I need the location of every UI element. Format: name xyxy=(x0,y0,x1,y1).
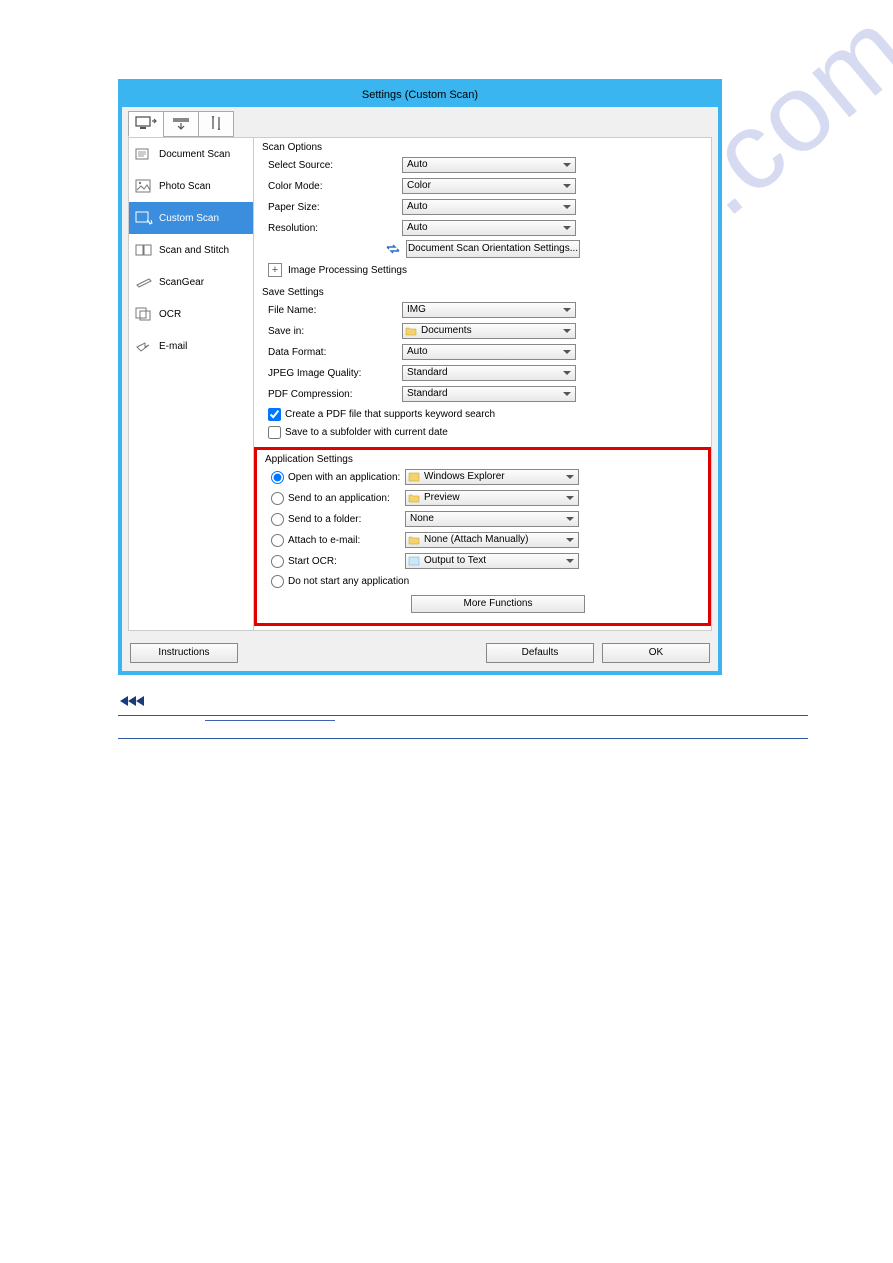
nav-label: ScanGear xyxy=(159,277,204,288)
sidebar-item-ocr[interactable]: OCR xyxy=(129,298,253,330)
settings-window: Settings (Custom Scan) Document Scan xyxy=(118,79,722,675)
sidebar-item-scangear[interactable]: ScanGear xyxy=(129,266,253,298)
ok-button[interactable]: OK xyxy=(602,643,710,663)
file-name-label: File Name: xyxy=(262,305,402,316)
data-format-dropdown[interactable]: Auto xyxy=(402,344,576,360)
send-to-app-value: Preview xyxy=(424,492,460,503)
save-settings-title: Save Settings xyxy=(262,287,699,298)
note-bar xyxy=(118,715,808,739)
attach-email-value: None (Attach Manually) xyxy=(424,534,529,545)
send-to-folder-dropdown[interactable]: None xyxy=(405,511,579,527)
folder-icon xyxy=(408,492,420,504)
pdf-keyword-checkbox[interactable] xyxy=(268,408,281,421)
paper-size-dropdown[interactable]: Auto xyxy=(402,199,576,215)
pdf-compression-label: PDF Compression: xyxy=(262,389,402,400)
tab-general-settings[interactable] xyxy=(198,111,234,137)
application-settings-highlight: Application Settings Open with an applic… xyxy=(254,447,711,626)
send-to-app-dropdown[interactable]: Preview xyxy=(405,490,579,506)
nav-label: OCR xyxy=(159,309,181,320)
send-to-app-radio[interactable] xyxy=(271,492,284,505)
send-to-folder-label: Send to a folder: xyxy=(288,514,361,525)
attach-email-dropdown[interactable]: None (Attach Manually) xyxy=(405,532,579,548)
sidebar-item-document-scan[interactable]: Document Scan xyxy=(129,138,253,170)
send-to-folder-radio[interactable] xyxy=(271,513,284,526)
jpeg-quality-label: JPEG Image Quality: xyxy=(262,368,402,379)
start-ocr-value: Output to Text xyxy=(424,555,486,566)
main-panel: Scan Options Select Source: Auto Color M… xyxy=(254,137,712,631)
expand-image-processing-button[interactable]: + xyxy=(268,263,282,277)
image-processing-label: Image Processing Settings xyxy=(288,265,407,276)
nav-label: Photo Scan xyxy=(159,181,211,192)
sidebar-item-custom-scan[interactable]: Custom Scan xyxy=(129,202,253,234)
nav-label: Document Scan xyxy=(159,149,230,160)
color-mode-dropdown[interactable]: Color xyxy=(402,178,576,194)
orientation-settings-button[interactable]: Document Scan Orientation Settings... xyxy=(406,240,580,258)
save-in-label: Save in: xyxy=(262,326,402,337)
select-source-label: Select Source: xyxy=(262,160,402,171)
select-source-dropdown[interactable]: Auto xyxy=(402,157,576,173)
send-to-app-label: Send to an application: xyxy=(288,493,390,504)
scanner-down-icon xyxy=(171,116,191,133)
file-name-field[interactable]: IMG xyxy=(402,302,576,318)
attach-email-radio[interactable] xyxy=(271,534,284,547)
stitch-icon xyxy=(135,242,153,258)
nav-label: Custom Scan xyxy=(159,213,219,224)
nav-label: E-mail xyxy=(159,341,187,352)
document-scan-icon xyxy=(135,146,153,162)
app-settings-title: Application Settings xyxy=(265,454,696,465)
photo-scan-icon xyxy=(135,178,153,194)
data-format-label: Data Format: xyxy=(262,347,402,358)
sidebar: Document Scan Photo Scan Custom Scan Sca… xyxy=(128,137,254,631)
note-link[interactable] xyxy=(205,720,335,721)
subfolder-label: Save to a subfolder with current date xyxy=(285,427,448,438)
scangear-icon xyxy=(135,274,153,290)
start-ocr-radio[interactable] xyxy=(271,555,284,568)
subfolder-checkbox[interactable] xyxy=(268,426,281,439)
resolution-label: Resolution: xyxy=(262,223,402,234)
open-with-app-label: Open with an application: xyxy=(288,472,400,483)
start-ocr-dropdown[interactable]: Output to Text xyxy=(405,553,579,569)
tab-scan-from-panel[interactable] xyxy=(163,111,199,137)
paper-size-label: Paper Size: xyxy=(262,202,402,213)
save-in-value: Documents xyxy=(421,325,472,336)
resolution-dropdown[interactable]: Auto xyxy=(402,220,576,236)
sidebar-item-scan-and-stitch[interactable]: Scan and Stitch xyxy=(129,234,253,266)
tools-icon xyxy=(208,115,224,134)
open-with-app-dropdown[interactable]: Windows Explorer xyxy=(405,469,579,485)
monitor-arrow-icon xyxy=(135,116,157,133)
window-title: Settings (Custom Scan) xyxy=(122,83,718,107)
scan-options-title: Scan Options xyxy=(262,142,699,153)
folder-icon xyxy=(408,534,420,546)
email-icon xyxy=(135,338,153,354)
tab-strip xyxy=(122,107,718,137)
ocr-icon xyxy=(135,306,153,322)
open-with-app-value: Windows Explorer xyxy=(424,471,505,482)
jpeg-quality-dropdown[interactable]: Standard xyxy=(402,365,576,381)
pdf-keyword-label: Create a PDF file that supports keyword … xyxy=(285,409,495,420)
custom-scan-icon xyxy=(135,210,153,226)
start-ocr-label: Start OCR: xyxy=(288,556,337,567)
attach-email-label: Attach to e-mail: xyxy=(288,535,360,546)
pdf-compression-dropdown[interactable]: Standard xyxy=(402,386,576,402)
no-start-label: Do not start any application xyxy=(288,576,409,587)
open-with-app-radio[interactable] xyxy=(271,471,284,484)
tab-scan-from-computer[interactable] xyxy=(128,111,164,137)
no-start-radio[interactable] xyxy=(271,575,284,588)
defaults-button[interactable]: Defaults xyxy=(486,643,594,663)
instructions-button[interactable]: Instructions xyxy=(130,643,238,663)
note-arrow-icon xyxy=(118,694,158,711)
more-functions-button[interactable]: More Functions xyxy=(411,595,585,613)
orientation-flip-icon xyxy=(384,242,402,256)
explorer-icon xyxy=(408,471,420,483)
color-mode-label: Color Mode: xyxy=(262,181,402,192)
save-in-dropdown[interactable]: Documents xyxy=(402,323,576,339)
folder-icon xyxy=(405,325,417,337)
sidebar-item-email[interactable]: E-mail xyxy=(129,330,253,362)
text-output-icon xyxy=(408,555,420,567)
nav-label: Scan and Stitch xyxy=(159,245,229,256)
footer: Instructions Defaults OK xyxy=(122,637,718,669)
sidebar-item-photo-scan[interactable]: Photo Scan xyxy=(129,170,253,202)
